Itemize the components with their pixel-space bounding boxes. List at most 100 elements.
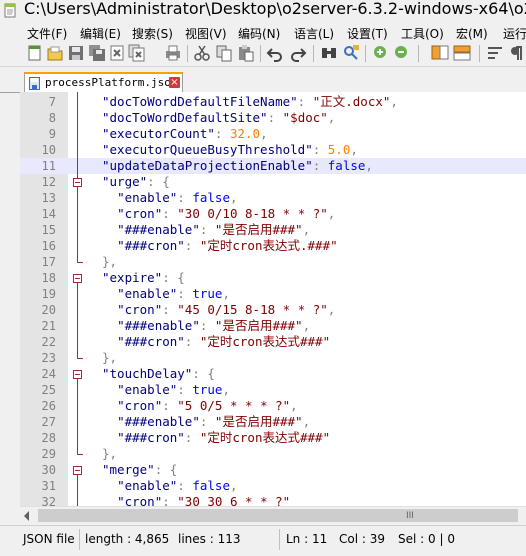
toolbar-separator <box>479 45 480 62</box>
code-line[interactable]: 12 "urge": { <box>20 174 526 190</box>
code-line[interactable]: 24 "touchDelay": { <box>20 366 526 382</box>
code-token: "docToWordDefaultFileName" <box>102 94 298 109</box>
code-token: : <box>199 222 215 237</box>
code-line[interactable]: 16 "###cron": "定时cron表达式.###" <box>20 238 526 254</box>
code-token: : { <box>192 366 215 381</box>
zoom-out-icon[interactable] <box>393 44 411 62</box>
code-line[interactable]: 28 "###cron": "定时cron表达式###" <box>20 430 526 446</box>
code-line[interactable]: 13 "enable": false, <box>20 190 526 206</box>
code-line[interactable]: 19 "enable": true, <box>20 286 526 302</box>
code-line[interactable]: 32 "cron": "30 30 6 * * ?" <box>20 494 526 506</box>
status-bar: JSON file length : 4,865 lines : 113 Ln … <box>0 525 526 556</box>
menu-settings[interactable]: 设置(T) <box>347 22 388 42</box>
code-line[interactable]: 15 "###enable": "是否启用###", <box>20 222 526 238</box>
new-file-icon[interactable] <box>26 44 44 62</box>
redo-icon[interactable] <box>289 44 307 62</box>
line-number: 18 <box>41 271 56 285</box>
sync-v-icon[interactable] <box>431 44 449 62</box>
tab-bar: processPlatform.json × <box>0 67 526 93</box>
code-token: , <box>229 190 238 205</box>
code-line[interactable]: 30 "merge": { <box>20 462 526 478</box>
code-token: "45 0/15 8-18 * * ?" <box>177 302 328 317</box>
code-line[interactable]: 21 "###enable": "是否启用###", <box>20 318 526 334</box>
code-line[interactable]: 29}, <box>20 446 526 462</box>
save-all-icon[interactable] <box>88 44 106 62</box>
code-line[interactable]: 7 "docToWordDefaultFileName": "正文.docx", <box>20 94 526 110</box>
menu-view[interactable]: 视图(V) <box>185 22 227 42</box>
code-line[interactable]: 18 "expire": { <box>20 270 526 286</box>
code-line[interactable]: 23}, <box>20 350 526 366</box>
save-icon[interactable] <box>67 44 85 62</box>
word-wrap-icon[interactable] <box>486 44 504 62</box>
code-token: "enable" <box>117 478 178 493</box>
code-line[interactable]: 27 "###enable": "是否启用###", <box>20 414 526 430</box>
code-token: , <box>327 206 336 221</box>
code-token: }, <box>102 254 118 269</box>
scrollbar-thumb[interactable] <box>38 509 518 522</box>
status-column: Col : 39 <box>339 532 385 546</box>
fold-toggle-icon[interactable] <box>73 178 82 187</box>
print-icon[interactable] <box>164 44 182 62</box>
close-all-icon[interactable] <box>128 44 146 62</box>
zoom-in-icon[interactable] <box>372 44 390 62</box>
code-line[interactable]: 9 "executorCount": 32.0, <box>20 126 526 142</box>
code-token: : { <box>154 462 178 477</box>
code-token: true <box>192 382 223 397</box>
cut-icon[interactable] <box>193 44 211 62</box>
sync-h-icon[interactable] <box>453 44 471 62</box>
menu-run[interactable]: 运行 <box>503 22 526 42</box>
fold-toggle-icon[interactable] <box>73 274 82 283</box>
code-line[interactable]: 25 "enable": true, <box>20 382 526 398</box>
code-token: , <box>365 158 373 173</box>
undo-icon[interactable] <box>266 44 284 62</box>
scroll-left-icon[interactable] <box>24 511 29 521</box>
code-line[interactable]: 26 "cron": "5 0/5 * * * ?", <box>20 398 526 414</box>
fold-toggle-icon[interactable] <box>73 466 82 475</box>
menu-tools[interactable]: 工具(O) <box>401 22 444 42</box>
code-token: false <box>192 478 230 493</box>
code-text: "executorQueueBusyThreshold": 5.0, <box>102 142 358 158</box>
code-token: "updateDataProjectionEnable" <box>102 158 313 173</box>
line-number: 21 <box>41 319 56 333</box>
code-line[interactable]: 11 "updateDataProjectionEnable": false, <box>20 158 526 174</box>
code-text: "###enable": "是否启用###", <box>102 222 310 238</box>
code-text: "enable": false, <box>102 478 237 494</box>
find-icon[interactable] <box>320 44 338 62</box>
code-line[interactable]: 22 "###cron": "定时cron表达式###" <box>20 334 526 350</box>
toolbar-separator <box>365 45 366 62</box>
tab-close-icon[interactable]: × <box>169 77 180 88</box>
line-number: 26 <box>41 399 56 413</box>
menu-macro[interactable]: 宏(M) <box>456 22 488 42</box>
code-text: "docToWordDefaultFileName": "正文.docx", <box>102 94 398 110</box>
fold-guide <box>77 283 78 358</box>
horizontal-scrollbar[interactable]: III <box>20 506 526 525</box>
close-icon[interactable] <box>108 44 126 62</box>
code-text: "expire": { <box>102 270 185 286</box>
code-token: : <box>177 286 193 301</box>
code-line[interactable]: 14 "cron": "30 0/10 8-18 * * ?", <box>20 206 526 222</box>
status-lines: lines : 113 <box>178 532 241 546</box>
code-line[interactable]: 10 "executorQueueBusyThreshold": 5.0, <box>20 142 526 158</box>
code-line[interactable]: 31 "enable": false, <box>20 478 526 494</box>
menu-encoding[interactable]: 编码(N) <box>238 22 280 42</box>
menu-file[interactable]: 文件(F) <box>27 22 67 42</box>
tab-processplatform-json[interactable]: processPlatform.json × <box>24 72 183 92</box>
fold-toggle-icon[interactable] <box>73 370 82 379</box>
menu-edit[interactable]: 编辑(E) <box>80 22 121 42</box>
replace-icon[interactable] <box>342 44 360 62</box>
code-line[interactable]: 8 "docToWordDefaultSite": "$doc", <box>20 110 526 126</box>
code-editor[interactable]: 7 "docToWordDefaultFileName": "正文.docx", 8… <box>20 92 526 506</box>
all-chars-icon[interactable] <box>507 44 525 62</box>
paste-icon[interactable] <box>237 44 255 62</box>
code-line[interactable]: 20 "cron": "45 0/15 8-18 * * ?", <box>20 302 526 318</box>
menu-search[interactable]: 搜索(S) <box>132 22 173 42</box>
copy-icon[interactable] <box>215 44 233 62</box>
menu-language[interactable]: 语言(L) <box>294 22 334 42</box>
open-file-icon[interactable] <box>46 44 64 62</box>
code-token: : <box>162 494 178 506</box>
code-line[interactable]: 17}, <box>20 254 526 270</box>
